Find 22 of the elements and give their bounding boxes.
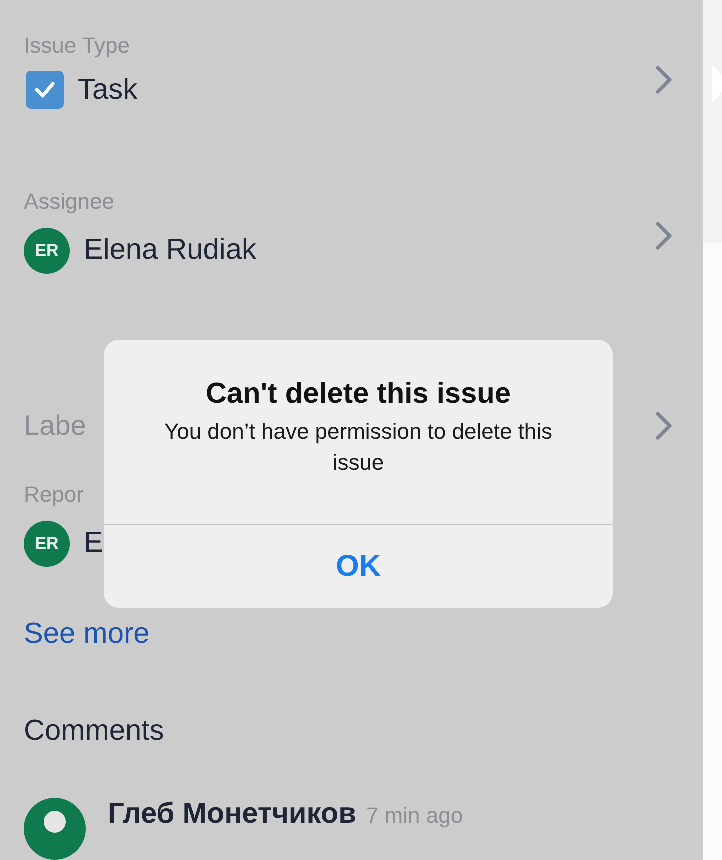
field-value: E — [84, 527, 104, 560]
dialog-message: You don’t have permission to delete this issue — [163, 418, 554, 477]
ok-button[interactable]: OK — [104, 525, 613, 608]
comment-time: 7 min ago — [366, 803, 464, 828]
field-value: Task — [78, 74, 138, 107]
user-avatar-icon — [24, 798, 86, 860]
checkbox[interactable] — [26, 71, 64, 110]
avatar: ER — [24, 228, 70, 274]
dialog-title: Can't delete this issue — [206, 378, 512, 411]
see-more-link[interactable]: See more — [24, 618, 150, 651]
avatar: ER — [24, 520, 70, 567]
chevron-right-icon[interactable] — [655, 221, 673, 252]
chevron-right-icon[interactable] — [655, 65, 673, 95]
field-value: Elena Rudiak — [84, 234, 256, 268]
chevron-right-icon[interactable] — [655, 410, 673, 441]
section-title: Comments — [24, 715, 164, 748]
field-label: Assignee — [24, 189, 115, 216]
field-label: Labe — [24, 408, 86, 442]
field-label: Issue Type — [24, 33, 130, 60]
field-label: Repor — [24, 482, 84, 509]
checkmark-icon — [34, 81, 56, 100]
comment-author: Глеб Монетчиков — [108, 798, 356, 830]
